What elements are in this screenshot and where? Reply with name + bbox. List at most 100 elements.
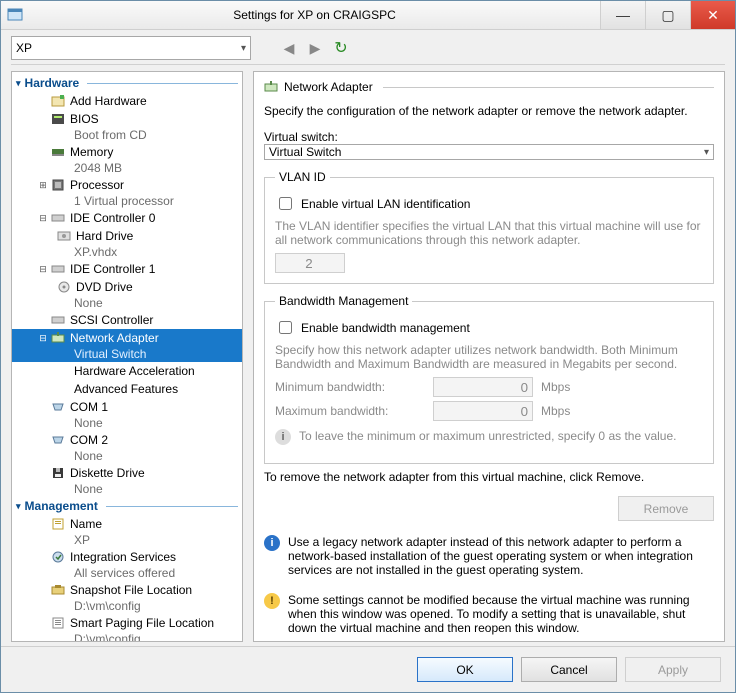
tree-com2-sub: None	[12, 449, 242, 464]
nav-back-button[interactable]: ◀	[279, 38, 299, 58]
tree-com2[interactable]: COM 2	[12, 431, 242, 449]
section-hardware-label: Hardware	[25, 76, 80, 90]
bandwidth-hint: To leave the minimum or maximum unrestri…	[299, 429, 676, 443]
tree-com1[interactable]: COM 1	[12, 398, 242, 416]
diskette-icon	[50, 465, 66, 481]
tree-name[interactable]: Name	[12, 515, 242, 533]
network-adapter-icon	[50, 330, 66, 346]
tree-add-hardware[interactable]: Add Hardware	[12, 92, 242, 110]
settings-tree[interactable]: ▾ Hardware Add Hardware BIOS Boot from C…	[11, 71, 243, 642]
legacy-adapter-info: Use a legacy network adapter instead of …	[288, 535, 714, 577]
minimize-button[interactable]: —	[600, 1, 645, 29]
vm-select-value: XP	[16, 41, 32, 55]
virtual-switch-value: Virtual Switch	[269, 145, 341, 159]
tree-network-adapter-sub: Virtual Switch	[12, 347, 242, 362]
window-title: Settings for XP on CRAIGSPC	[29, 8, 600, 22]
tree-diskette[interactable]: Diskette Drive	[12, 464, 242, 482]
collapse-icon[interactable]: ⊟	[36, 213, 50, 224]
network-adapter-icon	[264, 80, 278, 94]
tree-com1-sub: None	[12, 416, 242, 431]
dialog-footer: OK Cancel Apply	[1, 646, 735, 692]
min-bw-input	[433, 377, 533, 397]
bandwidth-group: Bandwidth Management Enable bandwidth ma…	[264, 294, 714, 464]
titlebar: Settings for XP on CRAIGSPC — ▢ ✕	[1, 1, 735, 30]
tree-ide0[interactable]: ⊟ IDE Controller 0	[12, 209, 242, 227]
tree-network-adapter[interactable]: ⊟ Network Adapter	[12, 329, 242, 347]
tree-snapshot-sub: D:\vm\config	[12, 599, 242, 614]
tree-smartpaging[interactable]: Smart Paging File Location	[12, 614, 242, 632]
com-port-icon	[50, 399, 66, 415]
vlan-desc: The VLAN identifier specifies the virtua…	[275, 219, 703, 247]
dvd-drive-icon	[56, 279, 72, 295]
vlan-enable-label: Enable virtual LAN identification	[301, 197, 470, 211]
tree-ide1-dvd[interactable]: DVD Drive	[12, 278, 242, 296]
expand-icon[interactable]: ⊞	[36, 180, 50, 191]
tree-processor-sub: 1 Virtual processor	[12, 194, 242, 209]
scsi-controller-icon	[50, 312, 66, 328]
vm-select-combo[interactable]: XP ▾	[11, 36, 251, 60]
tree-adv-features[interactable]: Advanced Features	[12, 380, 242, 398]
bios-icon	[50, 111, 66, 127]
controller-icon	[50, 210, 66, 226]
bandwidth-legend: Bandwidth Management	[275, 294, 412, 308]
tree-integration-sub: All services offered	[12, 566, 242, 581]
tree-ide1-dvd-sub: None	[12, 296, 242, 311]
name-icon	[50, 516, 66, 532]
warning-icon: !	[264, 593, 280, 609]
cancel-button[interactable]: Cancel	[521, 657, 617, 682]
vlan-group: VLAN ID Enable virtual LAN identificatio…	[264, 170, 714, 284]
tree-memory-sub: 2048 MB	[12, 161, 242, 176]
controller-icon	[50, 261, 66, 277]
virtual-switch-label: Virtual switch:	[264, 130, 714, 144]
tree-integration[interactable]: Integration Services	[12, 548, 242, 566]
collapse-icon[interactable]: ▾	[16, 501, 21, 512]
maximize-button[interactable]: ▢	[645, 1, 690, 29]
min-bw-label: Minimum bandwidth:	[275, 380, 425, 394]
add-hardware-icon	[50, 93, 66, 109]
running-warning: Some settings cannot be modified because…	[288, 593, 714, 635]
tree-ide0-hd[interactable]: Hard Drive	[12, 227, 242, 245]
max-bw-unit: Mbps	[541, 404, 570, 418]
remove-button: Remove	[618, 496, 714, 521]
vlan-id-input	[275, 253, 345, 273]
tree-scsi[interactable]: SCSI Controller	[12, 311, 242, 329]
integration-icon	[50, 549, 66, 565]
tree-snapshot[interactable]: Snapshot File Location	[12, 581, 242, 599]
vlan-legend: VLAN ID	[275, 170, 330, 184]
min-bw-unit: Mbps	[541, 380, 570, 394]
close-button[interactable]: ✕	[690, 1, 735, 29]
tree-processor[interactable]: ⊞ Processor	[12, 176, 242, 194]
info-icon: i	[264, 535, 280, 551]
ok-button[interactable]: OK	[417, 657, 513, 682]
panel-title: Network Adapter	[284, 80, 373, 94]
settings-panel: Network Adapter Specify the configuratio…	[253, 71, 725, 642]
memory-icon	[50, 144, 66, 160]
tree-ide0-hd-sub: XP.vhdx	[12, 245, 242, 260]
collapse-icon[interactable]: ▾	[16, 78, 21, 89]
max-bw-label: Maximum bandwidth:	[275, 404, 425, 418]
tree-ide1[interactable]: ⊟ IDE Controller 1	[12, 260, 242, 278]
virtual-switch-combo[interactable]: Virtual Switch ▾	[264, 144, 714, 160]
tree-memory[interactable]: Memory	[12, 143, 242, 161]
refresh-button[interactable]: ↻	[331, 38, 351, 58]
section-hardware: ▾ Hardware	[12, 74, 242, 92]
panel-intro: Specify the configuration of the network…	[264, 104, 714, 118]
bandwidth-enable-checkbox[interactable]	[279, 321, 292, 334]
bandwidth-desc: Specify how this network adapter utilize…	[275, 343, 703, 371]
chevron-down-icon: ▾	[704, 147, 709, 158]
nav-forward-button[interactable]: ▶	[305, 38, 325, 58]
chevron-down-icon: ▾	[241, 43, 246, 54]
tree-bios[interactable]: BIOS	[12, 110, 242, 128]
com-port-icon	[50, 432, 66, 448]
max-bw-input	[433, 401, 533, 421]
collapse-icon[interactable]: ⊟	[36, 333, 50, 344]
hard-drive-icon	[56, 228, 72, 244]
info-icon: i	[275, 429, 291, 445]
toolbar: XP ▾ ◀ ▶ ↻	[1, 30, 735, 64]
processor-icon	[50, 177, 66, 193]
tree-hw-accel[interactable]: Hardware Acceleration	[12, 362, 242, 380]
collapse-icon[interactable]: ⊟	[36, 264, 50, 275]
vlan-enable-checkbox[interactable]	[279, 197, 292, 210]
section-management-label: Management	[25, 499, 98, 513]
tree-name-sub: XP	[12, 533, 242, 548]
